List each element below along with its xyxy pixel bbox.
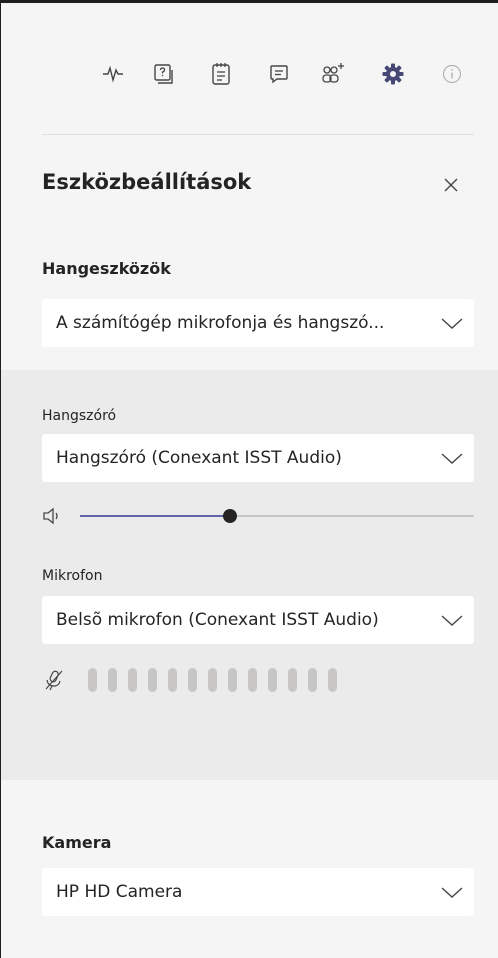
audio-device-value: A számítógép mikrofonja és hangszó... bbox=[56, 313, 385, 333]
mic-level-bar bbox=[88, 668, 97, 692]
microphone-value: Belsõ mikrofon (Conexant ISST Audio) bbox=[56, 610, 379, 630]
slider-thumb[interactable] bbox=[223, 509, 237, 523]
speaker-volume-slider[interactable] bbox=[42, 504, 474, 528]
chevron-down-icon bbox=[441, 318, 463, 329]
chevron-down-icon bbox=[441, 615, 463, 626]
chevron-down-icon bbox=[441, 453, 463, 464]
meeting-toolbar bbox=[0, 50, 498, 98]
mic-level-bar bbox=[168, 668, 177, 692]
panel-title: Eszközbeállítások bbox=[42, 170, 252, 194]
mic-level-bar bbox=[248, 668, 257, 692]
info-icon[interactable] bbox=[436, 58, 468, 90]
audio-device-dropdown[interactable]: A számítógép mikrofonja és hangszó... bbox=[42, 299, 474, 347]
mic-level-bar bbox=[148, 668, 157, 692]
speaker-label: Hangszóró bbox=[42, 408, 117, 424]
mic-level-bar bbox=[308, 668, 317, 692]
toolbar-divider bbox=[42, 134, 474, 135]
microphone-dropdown[interactable]: Belsõ mikrofon (Conexant ISST Audio) bbox=[42, 596, 474, 644]
camera-dropdown[interactable]: HP HD Camera bbox=[42, 868, 474, 916]
slider-fill bbox=[80, 515, 230, 517]
notes-icon[interactable] bbox=[205, 58, 237, 90]
mic-level-bar bbox=[108, 668, 117, 692]
mic-level-bar bbox=[268, 668, 277, 692]
speaker-dropdown[interactable]: Hangszóró (Conexant ISST Audio) bbox=[42, 434, 474, 482]
mic-level-bar bbox=[188, 668, 197, 692]
mic-level-bar bbox=[288, 668, 297, 692]
add-participants-icon[interactable] bbox=[317, 58, 349, 90]
audio-devices-label: Hangeszközök bbox=[42, 259, 171, 278]
mic-level-bar bbox=[328, 668, 337, 692]
chat-icon[interactable] bbox=[263, 58, 295, 90]
mic-level-bar bbox=[128, 668, 137, 692]
camera-label: Kamera bbox=[42, 833, 112, 852]
speaker-value: Hangszóró (Conexant ISST Audio) bbox=[56, 448, 342, 468]
close-icon[interactable] bbox=[436, 170, 466, 200]
speaker-icon bbox=[43, 507, 58, 525]
activity-icon[interactable] bbox=[97, 58, 129, 90]
microphone-muted-icon bbox=[45, 670, 63, 691]
settings-gear-icon[interactable] bbox=[377, 58, 409, 90]
whiteboard-help-icon[interactable] bbox=[147, 58, 179, 90]
mic-level-bar bbox=[228, 668, 237, 692]
chevron-down-icon bbox=[441, 887, 463, 898]
microphone-level-meter bbox=[42, 664, 474, 696]
microphone-label: Mikrofon bbox=[42, 568, 103, 584]
camera-value: HP HD Camera bbox=[56, 882, 183, 902]
mic-level-bar bbox=[208, 668, 217, 692]
